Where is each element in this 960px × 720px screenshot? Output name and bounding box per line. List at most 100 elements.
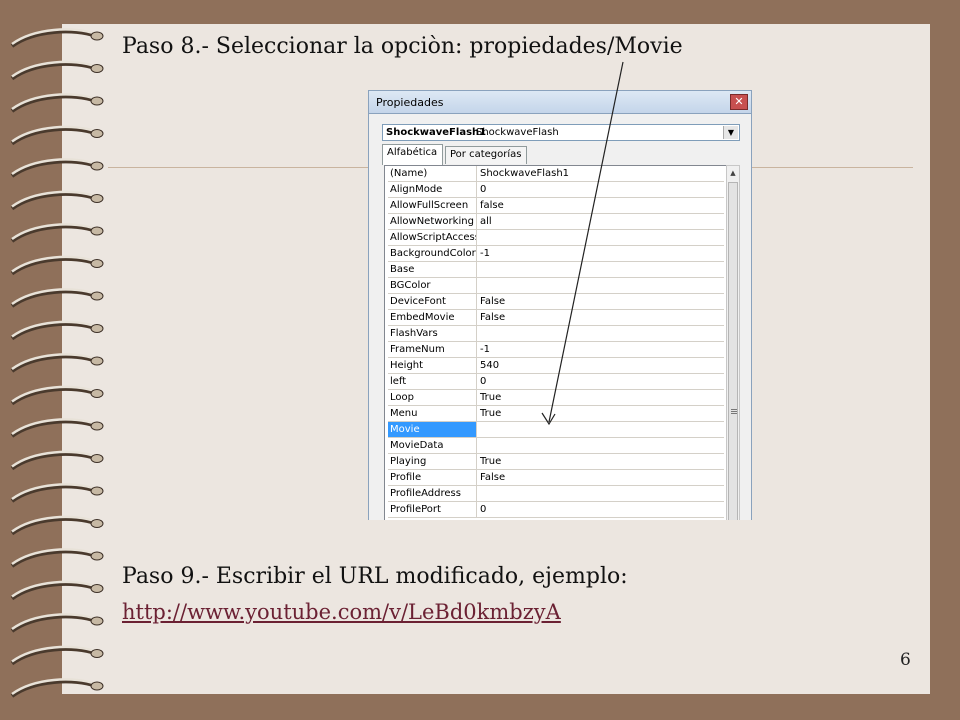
properties-window: Propiedades ✕ ShockwaveFlash1 ShockwaveF…	[368, 90, 752, 520]
property-row[interactable]: Height 540	[388, 358, 724, 374]
property-value[interactable]: -1	[478, 342, 724, 357]
property-name[interactable]: Menu	[388, 406, 477, 421]
property-value[interactable]: True	[478, 454, 724, 469]
example-url-link[interactable]: http://www.youtube.com/v/LeBd0kmbzyA	[122, 600, 561, 624]
spiral-ring	[10, 515, 104, 536]
property-row[interactable]: ProfilePort 0	[388, 502, 724, 518]
property-row[interactable]: FrameNum -1	[388, 342, 724, 358]
grip-icon	[731, 409, 737, 410]
property-row[interactable]: Loop True	[388, 390, 724, 406]
window-title: Propiedades	[376, 96, 444, 109]
property-value[interactable]: all	[478, 214, 724, 229]
property-name[interactable]: Playing	[388, 454, 477, 469]
property-value[interactable]	[478, 230, 724, 245]
object-selector-dropdown[interactable]: ShockwaveFlash1 ShockwaveFlash ▼	[382, 124, 740, 141]
property-name[interactable]: FrameNum	[388, 342, 477, 357]
property-value[interactable]	[478, 278, 724, 293]
spiral-binding-decoration	[10, 28, 104, 698]
property-name[interactable]: Movie	[388, 422, 477, 437]
property-grid: (Name) ShockwaveFlash1 AlignMode 0 AllowFull…	[384, 165, 728, 520]
property-name[interactable]: AllowNetworking	[388, 214, 477, 229]
property-value[interactable]	[478, 262, 724, 277]
property-name[interactable]: Height	[388, 358, 477, 373]
property-row[interactable]: Base	[388, 262, 724, 278]
spiral-ring	[10, 645, 104, 666]
property-name[interactable]: (Name)	[388, 166, 477, 181]
property-value[interactable]: 0	[478, 182, 724, 197]
property-name[interactable]: ProfileAddress	[388, 486, 477, 501]
step-9-text: Paso 9.- Escribir el URL modificado, eje…	[122, 564, 628, 589]
property-value[interactable]: false	[478, 198, 724, 213]
close-icon[interactable]: ✕	[730, 94, 748, 110]
property-row[interactable]: Menu True	[388, 406, 724, 422]
property-name[interactable]: Profile	[388, 470, 477, 485]
property-name[interactable]: AlignMode	[388, 182, 477, 197]
property-row[interactable]: Playing True	[388, 454, 724, 470]
spiral-ring	[10, 613, 104, 633]
spiral-ring	[10, 288, 104, 308]
property-name[interactable]: Base	[388, 262, 477, 277]
spiral-ring	[10, 450, 104, 471]
property-value[interactable]: True	[478, 390, 724, 405]
property-value[interactable]	[478, 486, 724, 501]
property-value[interactable]: 0	[478, 374, 724, 389]
property-row[interactable]: left 0	[388, 374, 724, 390]
property-name[interactable]: MovieData	[388, 438, 477, 453]
property-row[interactable]: ProfileAddress	[388, 486, 724, 502]
spiral-ring	[10, 28, 104, 48]
scroll-up-arrow-icon[interactable]: ▲	[727, 166, 739, 180]
spiral-ring	[10, 60, 104, 81]
property-value[interactable]: ShockwaveFlash1	[478, 166, 724, 181]
property-grid-scrollbar[interactable]: ▲	[726, 165, 740, 520]
property-row[interactable]: DeviceFont False	[388, 294, 724, 310]
property-value[interactable]	[478, 438, 724, 453]
property-row[interactable]: Movie	[388, 422, 724, 438]
property-name[interactable]: EmbedMovie	[388, 310, 477, 325]
property-name[interactable]: ProfilePort	[388, 502, 477, 517]
spiral-ring	[10, 223, 104, 243]
property-name[interactable]: Loop	[388, 390, 477, 405]
spiral-ring	[10, 580, 104, 601]
property-value[interactable]: True	[478, 406, 724, 421]
tab-por-categorias[interactable]: Por categorías	[445, 146, 527, 164]
page-number: 6	[900, 650, 911, 670]
property-row[interactable]: AllowFullScreen false	[388, 198, 724, 214]
property-row[interactable]: FlashVars	[388, 326, 724, 342]
property-value[interactable]	[478, 422, 724, 437]
property-row[interactable]: AlignMode 0	[388, 182, 724, 198]
property-value[interactable]: False	[478, 470, 724, 485]
property-row[interactable]: Profile False	[388, 470, 724, 486]
property-value[interactable]: -1	[478, 246, 724, 261]
window-titlebar[interactable]: Propiedades ✕	[368, 90, 752, 114]
property-row[interactable]: BackgroundColor -1	[388, 246, 724, 262]
property-value[interactable]: 540	[478, 358, 724, 373]
spiral-ring	[10, 678, 104, 698]
property-row[interactable]: EmbedMovie False	[388, 310, 724, 326]
spiral-ring	[10, 158, 104, 178]
property-value[interactable]: False	[478, 310, 724, 325]
property-row[interactable]: BGColor	[388, 278, 724, 294]
property-name[interactable]: BackgroundColor	[388, 246, 477, 261]
property-value[interactable]: False	[478, 294, 724, 309]
property-name[interactable]: AllowFullScreen	[388, 198, 477, 213]
property-value[interactable]: 0	[478, 502, 724, 517]
property-row[interactable]: AllowScriptAccess	[388, 230, 724, 246]
object-type: ShockwaveFlash	[476, 127, 559, 138]
property-name[interactable]: DeviceFont	[388, 294, 477, 309]
chevron-down-icon[interactable]: ▼	[723, 126, 738, 139]
property-name[interactable]: left	[388, 374, 477, 389]
property-row[interactable]: (Name) ShockwaveFlash1	[388, 166, 724, 182]
property-row[interactable]: MovieData	[388, 438, 724, 454]
object-name: ShockwaveFlash1	[386, 127, 487, 138]
step-8-text: Paso 8.- Seleccionar la opciòn: propieda…	[122, 34, 683, 59]
spiral-ring	[10, 353, 104, 373]
spiral-ring	[10, 190, 104, 211]
spiral-ring	[10, 385, 104, 406]
tab-alfabetica[interactable]: Alfabética	[382, 144, 443, 165]
scrollbar-thumb[interactable]	[728, 182, 738, 520]
property-value[interactable]	[478, 326, 724, 341]
property-name[interactable]: AllowScriptAccess	[388, 230, 477, 245]
property-row[interactable]: AllowNetworking all	[388, 214, 724, 230]
property-name[interactable]: BGColor	[388, 278, 477, 293]
property-name[interactable]: FlashVars	[388, 326, 477, 341]
